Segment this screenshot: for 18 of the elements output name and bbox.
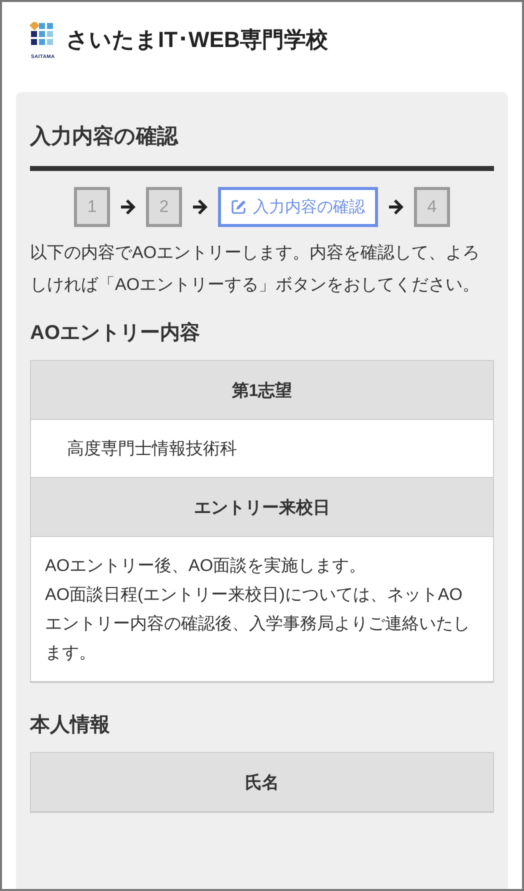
page-title: 入力内容の確認 [30,122,494,171]
arrow-icon [192,199,208,215]
section-heading: AOエントリー内容 [30,320,201,346]
step-number: 4 [414,187,450,227]
school-name: さいたまIT･WEB専門学校 [66,26,328,54]
edit-icon [231,199,247,215]
table-cell: 高度専門士情報技術科 [31,420,493,478]
table-header: 第1志望 [31,361,493,420]
table-header: エントリー来校日 [31,478,493,537]
intro-text: 以下の内容でAOエントリーします。内容を確認して、よろしければ「AOエントリーする」ボタンをおしてください。 [30,242,481,296]
arrow-icon [120,199,136,215]
arrow-icon [388,199,404,215]
step-label: 入力内容の確認 [253,198,365,218]
step-number: 2 [146,187,182,227]
step-number: 1 [74,187,110,227]
table-header: 氏名 [31,753,493,812]
section-heading: 本人情報 [30,713,111,738]
table-cell: AOエントリー後、AO面談を実施します。 AO面談日程(エントリー来校日)については、ネットAOエントリー内容の確認後、入学事務局よりご連絡いたします。 [31,537,493,682]
